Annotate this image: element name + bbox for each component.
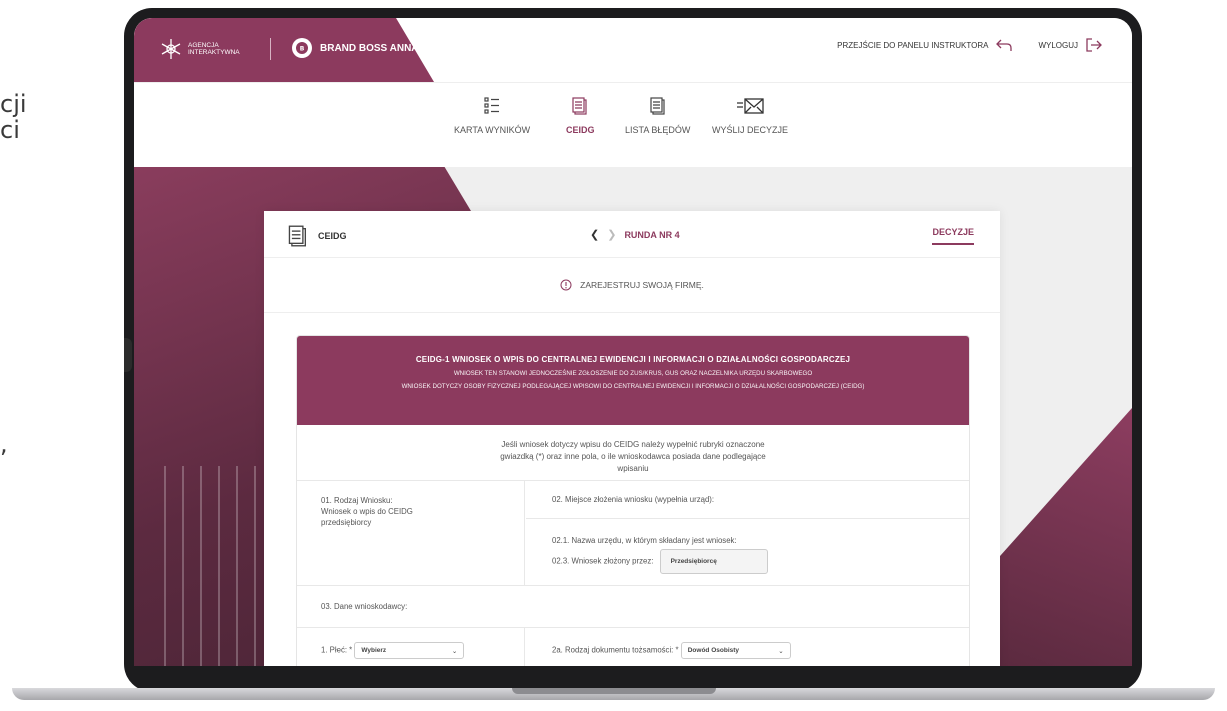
chevron-down-icon: ⌄	[778, 648, 784, 655]
document-icon	[572, 97, 587, 115]
id-document-label: 2a. Rodzaj dokumentu tożsamości: *	[552, 645, 679, 655]
header-actions: PRZEJŚCIE DO PANELU INSTRUKTORA WYLOGUJ	[837, 38, 1102, 52]
documents-icon	[650, 97, 665, 115]
instructor-panel-link[interactable]: PRZEJŚCIE DO PANELU INSTRUKTORA	[837, 38, 1013, 52]
nav-item-ceidg[interactable]: CEIDG	[566, 97, 595, 135]
laptop-screen: AGENCJA INTERAKTYWNA B BRAND BOSS ANNA P…	[134, 18, 1132, 666]
nav-item-send-decisions-label: WYŚLIJ DECYZJE	[712, 125, 789, 135]
nav-item-errors[interactable]: LISTA BŁĘDÓW	[625, 97, 690, 135]
nav-item-send-decisions[interactable]: WYŚLIJ DECYZJE	[712, 97, 788, 135]
laptop-frame: AGENCJA INTERAKTYWNA B BRAND BOSS ANNA P…	[124, 8, 1142, 692]
agency-name-line1: AGENCJA	[188, 42, 219, 49]
background-photo-right	[994, 408, 1132, 666]
company-name: BRAND BOSS ANNA	[320, 42, 419, 54]
chevron-down-icon: ⌄	[451, 648, 458, 655]
form-row-applicant: 1. Płeć: * Wybierz ⌄ 2a. Rodzaj dokument…	[297, 628, 969, 666]
info-icon	[560, 279, 572, 291]
card-title: CEIDG	[288, 225, 347, 247]
main-nav: KARTA WYNIKÓW CEIDG LISTA BŁĘDÓW WYŚLIJ …	[134, 82, 1132, 167]
side-text-fragment-3: ,	[0, 430, 8, 458]
round-switcher: ❮ ❯ RUNDA NR 4	[590, 228, 680, 241]
ceidg-form: CEIDG-1 WNIOSEK O WPIS DO CENTRALNEJ EWI…	[296, 335, 970, 666]
gender-select-value: Wybierz	[361, 647, 387, 654]
field-application-type: 01. Rodzaj Wniosku: Wniosek o wpis do CE…	[297, 481, 525, 585]
nav-item-errors-label: LISTA BŁĘDÓW	[625, 125, 691, 135]
top-bar: AGENCJA INTERAKTYWNA B BRAND BOSS ANNA P…	[134, 18, 1132, 82]
chevron-left-icon[interactable]: ❮	[590, 228, 599, 241]
gender-label: 1. Płeć: *	[321, 645, 353, 655]
laptop-base	[0, 688, 1227, 711]
agency-name-line2: INTERAKTYWNA	[188, 49, 240, 56]
document-icon	[288, 225, 307, 247]
form-intro-line-1: Jeśli wniosek dotyczy wpisu do CEIDG nal…	[501, 440, 765, 449]
field-02-label: 02. Miejsce złożenia wniosku (wypełnia u…	[526, 481, 969, 519]
field-01-label: 01. Rodzaj Wniosku:	[321, 496, 393, 505]
instructor-panel-label: PRZEJŚCIE DO PANELU INSTRUKTORA	[837, 40, 989, 50]
nav-item-results[interactable]: KARTA WYNIKÓW	[454, 97, 530, 135]
form-title: CEIDG-1 WNIOSEK O WPIS DO CENTRALNEJ EWI…	[415, 355, 851, 364]
ceidg-card: CEIDG ❮ ❯ RUNDA NR 4 DECYZJE ZAREJESTRUJ…	[264, 211, 1000, 666]
id-document-select-value: Dowód Osobisty	[687, 647, 740, 654]
side-text-fragment-2: ci	[0, 116, 20, 144]
gender-field: 1. Płeć: * Wybierz ⌄	[297, 628, 525, 666]
field-01-value-line-2: przedsiębiorcy	[321, 518, 372, 527]
register-notice: ZAREJESTRUJ SWOJĄ FIRMĘ.	[264, 258, 1000, 313]
form-intro-line-3: wpisaniu	[617, 464, 649, 473]
form-subtitle-2: WNIOSEK DOTYCZY OSOBY FIZYCZNEJ PODLEGAJ…	[401, 383, 865, 390]
field-01-value-line-1: Wniosek o wpis do CEIDG	[321, 507, 413, 516]
gender-select[interactable]: Wybierz ⌄	[354, 642, 465, 659]
submitted-by-field[interactable]: Przedsiębiorcę	[659, 549, 768, 574]
envelope-icon	[737, 98, 764, 114]
form-intro: Jeśli wniosek dotyczy wpisu do CEIDG nal…	[297, 425, 969, 481]
logout-icon	[1086, 38, 1102, 52]
field-021-label: 02.1. Nazwa urzędu, w którym składany je…	[552, 536, 737, 545]
round-label: RUNDA NR 4	[624, 229, 680, 240]
field-02-details: 02.1. Nazwa urzędu, w którym składany je…	[526, 520, 969, 585]
laptop-side-handle	[124, 338, 132, 372]
company-emblem-icon: B	[292, 38, 312, 58]
side-text-fragment-1: cji	[0, 90, 27, 118]
field-023-label: 02.3. Wniosek złożony przez:	[552, 556, 654, 566]
logo-divider	[270, 38, 271, 60]
form-header: CEIDG-1 WNIOSEK O WPIS DO CENTRALNEJ EWI…	[297, 336, 969, 425]
nav-item-ceidg-label: CEIDG	[566, 125, 595, 135]
agency-logo[interactable]: AGENCJA INTERAKTYWNA	[160, 38, 240, 60]
id-document-field: 2a. Rodzaj dokumentu tożsamości: * Dowód…	[526, 628, 969, 659]
back-arrow-icon	[996, 39, 1013, 51]
snowflake-logo-icon	[161, 39, 181, 59]
tab-decisions[interactable]: DECYZJE	[932, 227, 974, 245]
field-03-label: 03. Dane wnioskodawcy:	[297, 586, 969, 628]
form-row-application: 01. Rodzaj Wniosku: Wniosek o wpis do CE…	[297, 481, 969, 586]
logout-link[interactable]: WYLOGUJ	[1038, 38, 1102, 52]
form-subtitle-1: WNIOSEK TEN STANOWI JEDNOCZEŚNIE ZGŁOSZE…	[453, 370, 813, 377]
id-document-select[interactable]: Dowód Osobisty ⌄	[680, 642, 791, 659]
company-logo[interactable]: B BRAND BOSS ANNA	[292, 38, 419, 58]
chevron-right-icon[interactable]: ❯	[607, 228, 616, 241]
card-title-text: CEIDG	[318, 231, 347, 241]
notice-text: ZAREJESTRUJ SWOJĄ FIRMĘ.	[580, 280, 704, 290]
nav-item-results-label: KARTA WYNIKÓW	[454, 125, 531, 135]
logout-label: WYLOGUJ	[1038, 40, 1078, 50]
form-intro-line-2: gwiazdką (*) oraz inne pola, o ile wnios…	[500, 452, 766, 461]
svg-text:B: B	[300, 46, 305, 53]
list-icon	[484, 97, 500, 114]
card-header: CEIDG ❮ ❯ RUNDA NR 4 DECYZJE	[264, 211, 1000, 258]
